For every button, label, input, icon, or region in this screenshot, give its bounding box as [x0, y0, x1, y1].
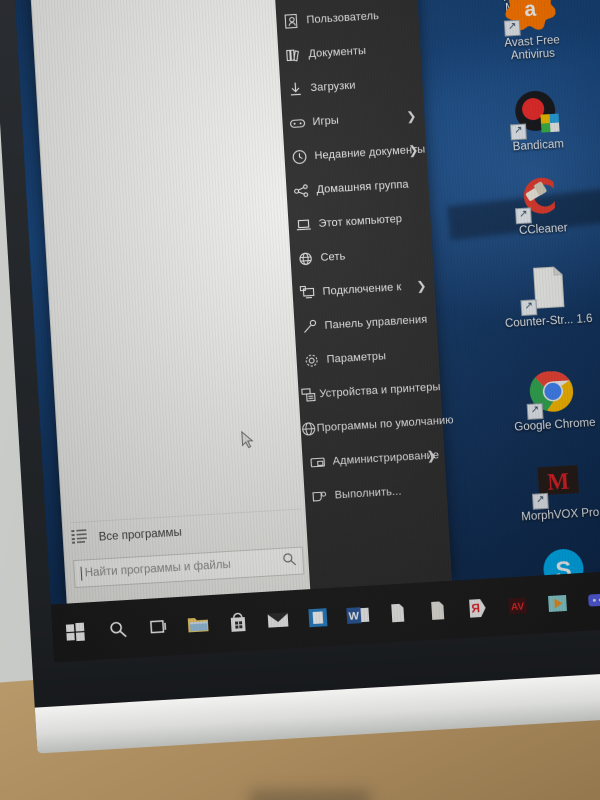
chevron-right-icon: ❯ [407, 142, 419, 158]
shortcut-overlay-icon: ↗ [531, 492, 549, 510]
svg-text:AV: AV [511, 601, 525, 613]
chevron-right-icon: ❯ [405, 109, 417, 124]
monitor-photo: W FL [0, 0, 600, 800]
start-menu-item-label: Панель управления [324, 313, 428, 332]
windows-start-icon [65, 622, 85, 642]
taskbar-search-icon[interactable] [97, 599, 140, 659]
shortcut-overlay-icon: ↗ [514, 207, 532, 225]
avast-icon: a ↗ [503, 0, 557, 37]
taskbar-media-player-icon[interactable] [536, 573, 579, 633]
desktop-item-chrome[interactable]: ↗ Google Chrome [504, 364, 600, 436]
taskbar-word-icon[interactable]: W [336, 585, 379, 645]
text-caret [80, 566, 83, 581]
start-menu-item-label: Игры [312, 114, 340, 129]
taskbar-discord-icon[interactable] [576, 571, 600, 631]
search-icon[interactable] [282, 551, 297, 571]
taskbar-microsoft-store-icon[interactable] [216, 592, 259, 652]
start-menu: AutoClicker [28, 0, 454, 614]
start-menu-item-label: Сеть [320, 250, 346, 264]
desktop-item-counter-strike[interactable]: ↗ Counter-Str... 1.6 [497, 260, 597, 332]
autoclicker-app-icon [40, 0, 64, 4]
start-menu-item-run[interactable]: Выполнить... [304, 473, 448, 513]
start-menu-item-label: Пользователь [306, 10, 380, 27]
admin-tools-icon [302, 454, 333, 472]
taskbar-red-app-icon[interactable]: AV [496, 576, 539, 636]
screen: W FL [10, 0, 600, 663]
chevron-right-icon: ❯ [415, 278, 427, 294]
start-menu-item-label: Этот компьютер [318, 213, 403, 230]
books-icon [278, 46, 309, 64]
all-programs-button[interactable]: Все программы [70, 508, 303, 553]
start-button[interactable] [51, 602, 100, 663]
taskbar-yandex-browser-icon[interactable]: Я [456, 578, 499, 638]
blank-file-icon: ↗ [520, 261, 573, 317]
start-menu-item-label: Администрирование [332, 449, 440, 468]
list-icon [71, 528, 87, 549]
search-input[interactable]: Найти программы и файлы [73, 546, 305, 589]
monitor-connect-icon [292, 284, 323, 302]
desktop-item-morphvox[interactable]: M ↗ MorphVOX Pro [509, 453, 600, 525]
laptop-icon [288, 216, 319, 234]
taskbar-task-view-icon[interactable] [137, 597, 180, 657]
user-badge-icon [276, 12, 307, 30]
bandicam-icon: ↗ [510, 85, 563, 141]
monitor: W FL [0, 0, 600, 754]
search-placeholder: Найти программы и файлы [84, 558, 232, 580]
pinned-app-autoclicker[interactable]: AutoClicker [40, 0, 267, 5]
monitor-stand-shadow [250, 790, 370, 800]
start-menu-item-label: Программы по умолчанию [316, 414, 454, 435]
morphvox-icon: M ↗ [531, 455, 585, 510]
shortcut-overlay-icon: ↗ [526, 403, 544, 420]
svg-text:M: M [547, 469, 570, 495]
printer-icon [298, 386, 320, 403]
start-menu-item-label: Домашняя группа [316, 178, 410, 197]
desktop-item-ccleaner[interactable]: ↗ CCleaner [492, 168, 592, 240]
run-icon [304, 488, 335, 506]
globe-icon [300, 420, 317, 437]
start-menu-item-label: Устройства и принтеры [319, 381, 441, 401]
mouse-pointer-icon [241, 430, 256, 451]
clock-icon [284, 148, 315, 166]
all-programs-label: Все программы [98, 526, 183, 544]
taskbar-file-explorer-icon[interactable] [176, 595, 219, 655]
chrome-icon: ↗ [526, 365, 579, 420]
start-menu-item-label: Выполнить... [334, 485, 402, 502]
shortcut-overlay-icon: ↗ [510, 123, 527, 141]
svg-text:a: a [524, 0, 537, 21]
svg-text:W: W [348, 610, 360, 623]
gear-icon [296, 352, 327, 370]
start-menu-left-pane: AutoClicker [28, 0, 312, 605]
start-menu-item-label: Документы [308, 44, 367, 61]
taskbar-document-icon-2[interactable] [416, 580, 459, 640]
taskbar-document-icon-1[interactable] [376, 583, 419, 643]
desktop-item-bandicam[interactable]: ↗ Bandicam [487, 84, 587, 156]
shortcut-overlay-icon: ↗ [503, 19, 521, 37]
share-nodes-icon [286, 182, 317, 200]
desktop-item-avast[interactable]: a ↗ Avast Free Antivirus [481, 0, 582, 65]
shortcut-overlay-icon: ↗ [520, 299, 538, 317]
ccleaner-icon: ↗ [514, 169, 568, 225]
start-menu-item-label: Подключение к [322, 281, 402, 298]
globe-network-icon [290, 250, 321, 268]
start-menu-item-label: Параметры [326, 350, 387, 366]
download-icon [280, 80, 311, 98]
chevron-right-icon: ❯ [426, 448, 437, 463]
taskbar-blue-app-icon[interactable] [296, 588, 339, 648]
gamepad-icon [282, 114, 313, 132]
start-menu-item-label: Загрузки [310, 79, 356, 95]
taskbar-mail-icon[interactable] [256, 590, 299, 650]
svg-text:Я: Я [471, 601, 480, 615]
wrench-icon [294, 318, 325, 336]
